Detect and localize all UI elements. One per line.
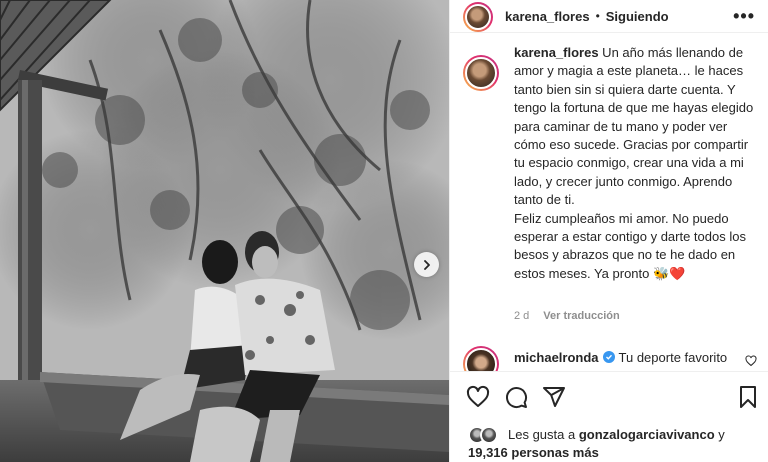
author-avatar[interactable]	[463, 1, 493, 32]
caption-emojis: 🐝❤️	[652, 265, 686, 281]
caption-paragraph-2: Feliz cumpleaños mi amor. No puedo esper…	[514, 210, 759, 284]
post-header: karena_flores • Siguiendo •••	[450, 0, 768, 33]
post-photo[interactable]	[0, 0, 449, 462]
comment-username[interactable]: michaelronda	[514, 350, 599, 365]
comment-item: michaelronda Tu deporte favorito	[463, 343, 763, 371]
comment-avatar[interactable]	[463, 346, 499, 371]
follow-status-button[interactable]: Siguiendo	[606, 9, 669, 24]
post-details-panel: karena_flores • Siguiendo ••• karena_flo…	[449, 0, 768, 462]
carousel-next-button[interactable]	[414, 252, 439, 277]
comment-icon	[506, 387, 528, 409]
caption-text-1: Un año más llenando de amor y magia a es…	[514, 45, 754, 208]
author-username[interactable]: karena_flores	[505, 9, 590, 24]
likes-summary: Les gusta a gonzalogarciavivanco y 19,31…	[468, 426, 758, 462]
likes-line: Les gusta a gonzalogarciavivanco y	[508, 426, 758, 444]
caption-meta: 2 d Ver traducción	[514, 310, 620, 322]
likes-user[interactable]: gonzalogarciavivanco	[579, 427, 715, 442]
comment-like-icon[interactable]	[745, 355, 757, 367]
likes-count-line: 19,316 personas más	[468, 444, 758, 462]
post-actions	[464, 385, 759, 411]
share-button[interactable]	[542, 385, 566, 409]
likes-count[interactable]: 19,316 personas más	[468, 445, 599, 460]
comment-text-wrap: michaelronda Tu deporte favorito	[514, 350, 727, 365]
post-caption: karena_flores Un año más llenando de amo…	[463, 44, 763, 283]
save-button[interactable]	[736, 385, 760, 409]
heart-icon	[466, 385, 490, 407]
comment-body: Tu deporte favorito	[618, 349, 728, 365]
liker-avatar[interactable]	[480, 426, 498, 444]
likes-prefix: Les gusta a	[508, 427, 579, 442]
like-button[interactable]	[466, 385, 490, 409]
verified-badge-icon	[602, 351, 615, 363]
likes-suffix: y	[714, 427, 725, 442]
caption-paragraph-1: karena_flores Un año más llenando de amo…	[514, 44, 759, 210]
liker-avatars	[468, 426, 502, 444]
post-age[interactable]: 2 d	[514, 310, 529, 322]
header-separator: •	[595, 9, 600, 23]
chevron-right-icon	[423, 259, 430, 270]
share-icon	[543, 387, 565, 407]
actions-divider	[450, 371, 768, 372]
see-translation-button[interactable]: Ver traducción	[543, 310, 619, 322]
post-photo-scene	[0, 0, 449, 462]
caption-username[interactable]: karena_flores	[514, 45, 599, 60]
more-options-icon[interactable]: •••	[733, 6, 755, 27]
save-icon	[740, 386, 756, 408]
caption-avatar[interactable]	[463, 55, 499, 91]
caption-text-2: Feliz cumpleaños mi amor. No puedo esper…	[514, 210, 746, 281]
comment-button[interactable]	[504, 385, 528, 409]
caption-body: karena_flores Un año más llenando de amo…	[514, 44, 759, 283]
